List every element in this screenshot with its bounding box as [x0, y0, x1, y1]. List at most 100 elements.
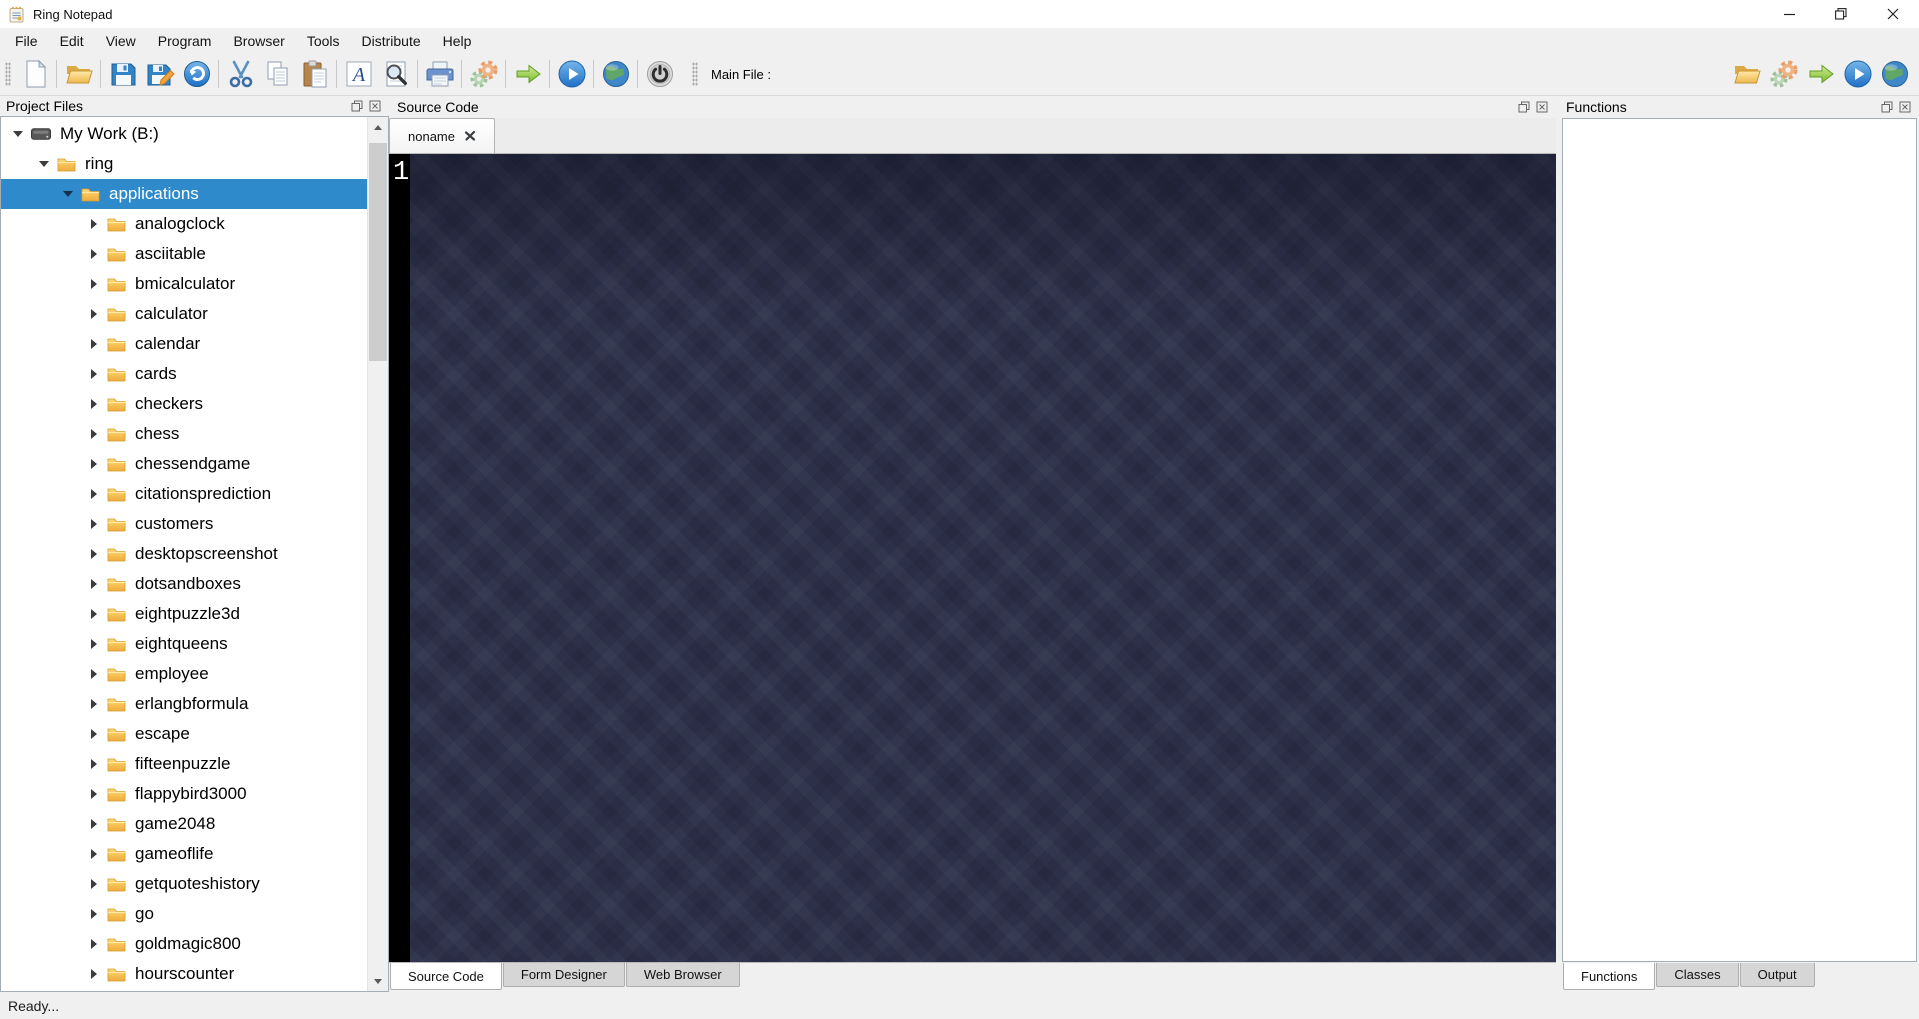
- tree-item-folder[interactable]: getquoteshistory: [1, 869, 367, 899]
- tree-item-folder[interactable]: fifteenpuzzle: [1, 749, 367, 779]
- menu-item[interactable]: Browser: [222, 30, 295, 52]
- print-button[interactable]: [421, 56, 458, 93]
- open-file-button[interactable]: [60, 56, 97, 93]
- project-run-button[interactable]: [1839, 56, 1876, 93]
- expander-icon[interactable]: [87, 879, 101, 889]
- tree-item-folder[interactable]: calendar: [1, 329, 367, 359]
- expander-icon[interactable]: [87, 339, 101, 349]
- tab-classes[interactable]: Classes: [1656, 963, 1738, 987]
- web-browser-button[interactable]: [597, 56, 634, 93]
- menu-item[interactable]: Edit: [49, 30, 95, 52]
- expander-icon[interactable]: [37, 161, 51, 167]
- tree-item-folder[interactable]: analogclock: [1, 209, 367, 239]
- project-tools-button[interactable]: [1765, 56, 1802, 93]
- expander-icon[interactable]: [87, 639, 101, 649]
- expander-icon[interactable]: [87, 399, 101, 409]
- tree-item-folder[interactable]: checkers: [1, 389, 367, 419]
- tree-item-folder[interactable]: chessendgame: [1, 449, 367, 479]
- cut-button[interactable]: [222, 56, 259, 93]
- toolbar-drag-handle[interactable]: [5, 62, 11, 86]
- tree-item-folder[interactable]: erlangbformula: [1, 689, 367, 719]
- tab-web-browser[interactable]: Web Browser: [626, 963, 740, 987]
- goto-button[interactable]: [509, 56, 546, 93]
- expander-icon[interactable]: [87, 249, 101, 259]
- expander-icon[interactable]: [87, 699, 101, 709]
- tree-item-folder[interactable]: go: [1, 899, 367, 929]
- tree-item-folder[interactable]: calculator: [1, 299, 367, 329]
- dock-float-button[interactable]: [1880, 101, 1893, 114]
- tab-form-designer[interactable]: Form Designer: [503, 963, 625, 987]
- expander-icon[interactable]: [11, 131, 25, 137]
- tab-functions[interactable]: Functions: [1563, 963, 1655, 990]
- tree-item-folder[interactable]: eightpuzzle3d: [1, 599, 367, 629]
- open-project-button[interactable]: [1728, 56, 1765, 93]
- expander-icon[interactable]: [87, 459, 101, 469]
- project-goto-button[interactable]: [1802, 56, 1839, 93]
- tree-item-folder[interactable]: goldmagic800: [1, 929, 367, 959]
- scrollbar-thumb[interactable]: [369, 143, 387, 361]
- editor-text-area[interactable]: [410, 154, 1556, 962]
- expander-icon[interactable]: [87, 579, 101, 589]
- expander-icon[interactable]: [87, 279, 101, 289]
- tree-item-folder[interactable]: asciitable: [1, 239, 367, 269]
- tab-noname[interactable]: noname: [389, 118, 495, 153]
- tree-item-folder[interactable]: ring: [1, 149, 367, 179]
- expander-icon[interactable]: [87, 939, 101, 949]
- project-web-button[interactable]: [1876, 56, 1913, 93]
- expander-icon[interactable]: [87, 429, 101, 439]
- save-as-button[interactable]: [141, 56, 178, 93]
- new-file-button[interactable]: [16, 56, 53, 93]
- dock-close-button[interactable]: [368, 100, 381, 113]
- dock-close-button[interactable]: [1535, 101, 1548, 114]
- expander-icon[interactable]: [87, 729, 101, 739]
- expander-icon[interactable]: [87, 489, 101, 499]
- menu-item[interactable]: View: [95, 30, 147, 52]
- tree-item-folder[interactable]: customers: [1, 509, 367, 539]
- menu-item[interactable]: Program: [147, 30, 223, 52]
- tree-item-folder[interactable]: eightqueens: [1, 629, 367, 659]
- expander-icon[interactable]: [87, 849, 101, 859]
- tree-item-folder[interactable]: escape: [1, 719, 367, 749]
- tree-item-folder[interactable]: cards: [1, 359, 367, 389]
- tree-item-folder[interactable]: employee: [1, 659, 367, 689]
- expander-icon[interactable]: [87, 369, 101, 379]
- expander-icon[interactable]: [87, 549, 101, 559]
- menu-item[interactable]: Help: [432, 30, 483, 52]
- save-button[interactable]: [104, 56, 141, 93]
- tools-button[interactable]: [465, 56, 502, 93]
- code-editor[interactable]: 1: [389, 154, 1556, 962]
- power-button[interactable]: [641, 56, 678, 93]
- toolbar-drag-handle[interactable]: [692, 62, 698, 86]
- restore-button[interactable]: [1815, 0, 1867, 28]
- menu-item[interactable]: File: [4, 30, 49, 52]
- scroll-up-button[interactable]: [368, 117, 388, 137]
- tree-item-folder[interactable]: desktopscreenshot: [1, 539, 367, 569]
- dock-close-button[interactable]: [1898, 101, 1911, 114]
- tree-item-drive[interactable]: My Work (B:): [1, 119, 367, 149]
- revert-button[interactable]: [178, 56, 215, 93]
- expander-icon[interactable]: [87, 309, 101, 319]
- menu-item[interactable]: Distribute: [351, 30, 432, 52]
- run-button[interactable]: [553, 56, 590, 93]
- tree-item-folder[interactable]: gameoflife: [1, 839, 367, 869]
- tree-item-folder[interactable]: bmicalculator: [1, 269, 367, 299]
- close-button[interactable]: [1867, 0, 1919, 28]
- tab-close-icon[interactable]: [464, 130, 476, 142]
- scroll-down-button[interactable]: [368, 971, 388, 991]
- tree-scrollbar[interactable]: [367, 117, 388, 991]
- font-button[interactable]: A: [340, 56, 377, 93]
- tree-item-folder[interactable]: flappybird3000: [1, 779, 367, 809]
- minimize-button[interactable]: [1763, 0, 1815, 28]
- tree-item-selected[interactable]: applications: [1, 179, 367, 209]
- dock-float-button[interactable]: [1517, 101, 1530, 114]
- dock-float-button[interactable]: [350, 100, 363, 113]
- copy-button[interactable]: [259, 56, 296, 93]
- expander-icon[interactable]: [87, 519, 101, 529]
- tree-item-folder[interactable]: game2048: [1, 809, 367, 839]
- find-button[interactable]: [377, 56, 414, 93]
- expander-icon[interactable]: [87, 759, 101, 769]
- expander-icon[interactable]: [87, 789, 101, 799]
- expander-icon[interactable]: [87, 969, 101, 979]
- paste-button[interactable]: [296, 56, 333, 93]
- expander-icon[interactable]: [87, 819, 101, 829]
